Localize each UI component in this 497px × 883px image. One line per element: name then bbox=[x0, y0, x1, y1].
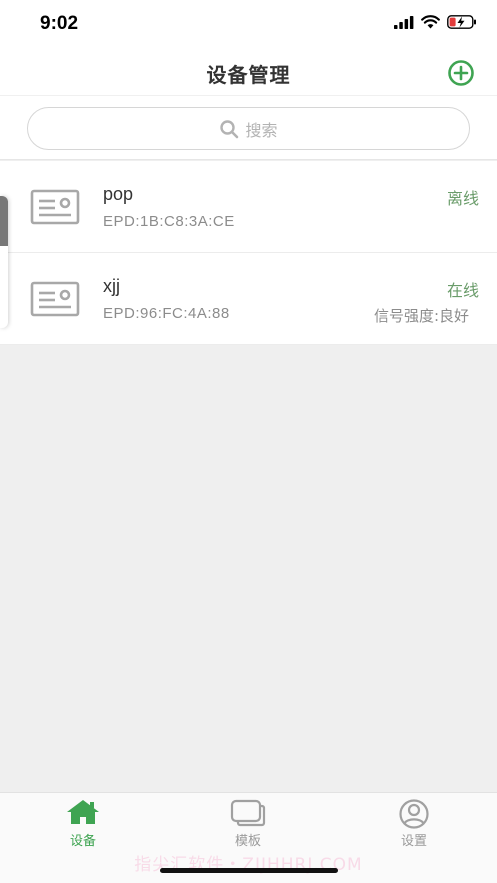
cellular-signal-icon bbox=[394, 15, 414, 29]
wifi-icon bbox=[421, 15, 440, 29]
device-row-pop[interactable]: pop EPD:1B:C8:3A:CE 离线 bbox=[0, 161, 497, 253]
device-row-xjj[interactable]: xjj EPD:96:FC:4A:88 在线 信号强度:良好 bbox=[0, 253, 497, 345]
device-name: xjj bbox=[103, 276, 120, 296]
device-status-offline: 离线 bbox=[446, 189, 479, 208]
page-title: 设备管理 bbox=[206, 63, 291, 87]
status-bar: 9:02 bbox=[0, 0, 497, 50]
search-area: 搜索 bbox=[0, 96, 497, 160]
home-indicator bbox=[160, 868, 338, 873]
status-time: 9:02 bbox=[40, 13, 79, 34]
home-icon bbox=[67, 800, 99, 824]
tab-devices[interactable]: 设备 bbox=[23, 793, 143, 853]
user-icon bbox=[399, 799, 429, 829]
device-list: pop EPD:1B:C8:3A:CE 离线 xjj EPD:96:FC:4A:… bbox=[0, 161, 497, 345]
search-icon bbox=[220, 119, 239, 138]
device-card-icon bbox=[30, 189, 80, 225]
status-icons bbox=[394, 15, 477, 29]
side-drawer-handle-grip bbox=[0, 196, 8, 246]
device-card-icon bbox=[30, 281, 80, 317]
device-status-online: 在线 bbox=[446, 281, 479, 300]
device-name: pop bbox=[103, 184, 134, 204]
device-id: EPD:96:FC:4A:88 bbox=[103, 305, 230, 322]
search-input[interactable]: 搜索 bbox=[27, 107, 470, 150]
side-drawer-handle[interactable] bbox=[0, 196, 8, 328]
device-id: EPD:1B:C8:3A:CE bbox=[103, 213, 235, 230]
add-device-button[interactable] bbox=[447, 59, 475, 87]
search-placeholder: 搜索 bbox=[245, 120, 278, 140]
tab-label: 设置 bbox=[400, 834, 427, 849]
battery-charging-icon bbox=[447, 15, 476, 29]
plus-circle-icon bbox=[448, 60, 474, 86]
navigation-bar: 设备管理 bbox=[0, 50, 497, 96]
tab-templates[interactable]: 模板 bbox=[188, 793, 308, 853]
tab-settings[interactable]: 设置 bbox=[354, 793, 474, 853]
device-signal-strength: 信号强度:良好 bbox=[373, 307, 469, 325]
tab-label: 模板 bbox=[234, 834, 261, 849]
tab-label: 设备 bbox=[69, 834, 96, 849]
template-icon bbox=[230, 799, 266, 827]
